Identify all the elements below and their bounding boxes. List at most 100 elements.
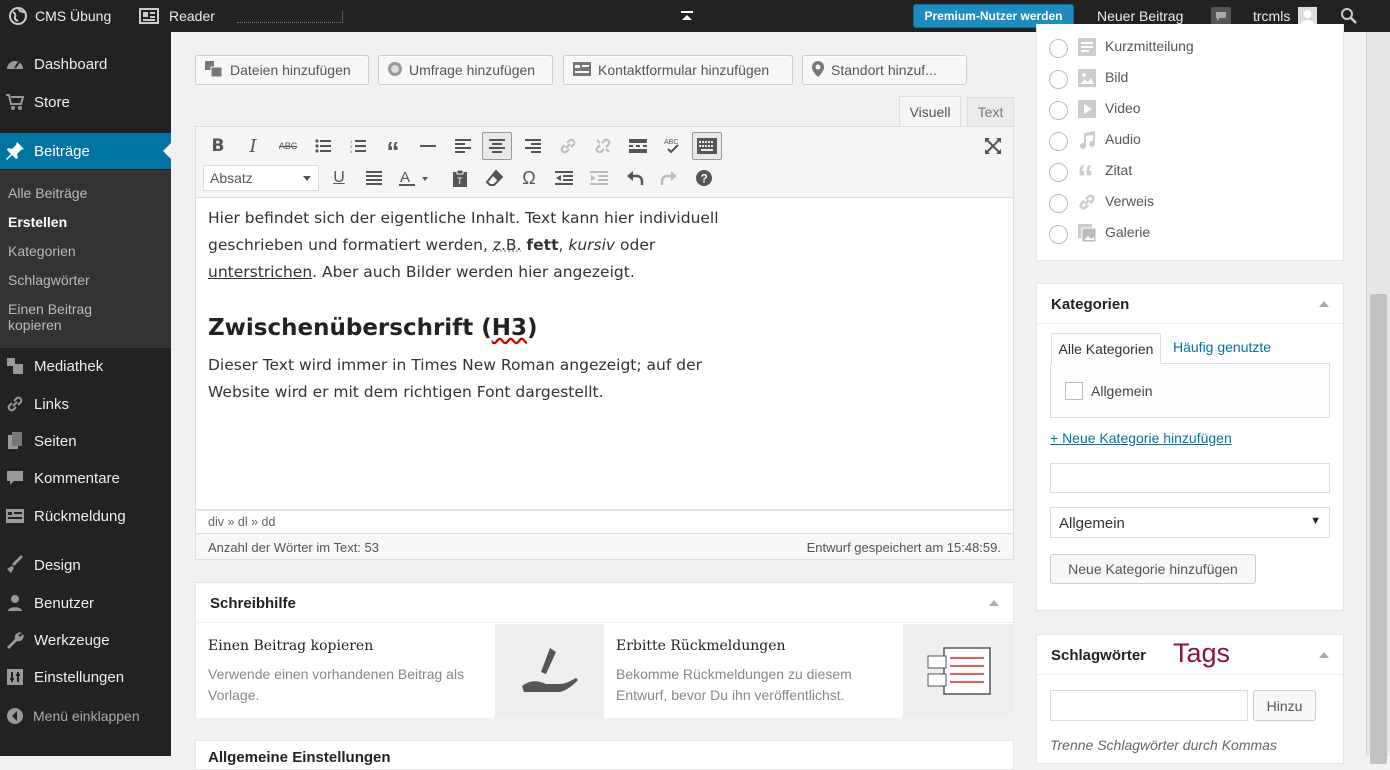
undo-button[interactable] [621,164,649,192]
chevron-down-icon [303,176,311,181]
numbered-list-button[interactable]: 123 [344,132,372,160]
tag-input[interactable] [1050,690,1248,721]
bold-button[interactable]: B [204,132,232,160]
sidebar-item-design[interactable]: Design [0,547,171,583]
collapse-arrow-icon[interactable] [1319,652,1329,658]
help-icon: ? [696,170,712,186]
sidebar-item-seiten[interactable]: Seiten [0,423,171,459]
submenu-all-posts[interactable]: Alle Beiträge [8,185,87,201]
sidebar-item-mediathek[interactable]: Mediathek [0,348,171,384]
format-radio-image[interactable] [1049,70,1068,89]
sidebar-item-werkzeuge[interactable]: Werkzeuge [0,622,171,658]
add-files-button[interactable]: Dateien hinzufügen [195,55,369,85]
sidebar-item-einstellungen[interactable]: Einstellungen [0,659,171,695]
format-label-audio: Audio [1105,131,1141,147]
format-radio-aside[interactable] [1049,39,1068,58]
submenu-create[interactable]: Erstellen [8,214,67,230]
editor-content[interactable]: Hier befindet sich der eigentliche Inhal… [195,198,1014,510]
submenu-tags[interactable]: Schlagwörter [8,272,90,288]
strikethrough-button[interactable]: ABC [274,132,302,160]
format-radio-link[interactable] [1049,194,1068,213]
collapse-bar-icon[interactable] [680,0,694,32]
submenu-copy-post[interactable]: Einen Beitrag kopieren [8,301,92,333]
add-location-button[interactable]: Standort hinzuf... [802,55,967,85]
tab-visual[interactable]: Visuell [899,96,961,126]
link-icon [560,138,576,154]
add-tag-button[interactable]: Hinzu [1253,690,1316,721]
remove-link-button[interactable] [589,132,617,160]
format-select[interactable]: Absatz [203,165,319,191]
admin-sidebar: Dashboard Store Beiträge Mediathek Links… [0,32,171,756]
paragraph-font-note: Dieser Text wird immer in Times New Roma… [208,356,702,401]
parent-category-select[interactable]: Allgemein ▼ [1050,507,1330,538]
italic-button[interactable]: I [239,132,267,160]
sidebar-item-beitraege[interactable]: Beiträge [0,133,171,169]
sidebar-item-store[interactable]: Store [0,84,171,120]
quote-icon: “ [1077,159,1094,197]
files-icon [204,60,224,81]
reader-link[interactable]: Reader [138,0,215,32]
special-chars-button[interactable]: Ω [515,164,543,192]
svg-text:A: A [400,169,410,186]
new-category-input[interactable] [1050,463,1330,493]
tab-text[interactable]: Text [967,97,1014,126]
brush-icon [5,555,25,575]
admin-bar-search-field[interactable] [237,11,343,23]
align-right-button[interactable] [519,132,547,160]
bullet-list-button[interactable] [309,132,337,160]
text-color-button[interactable]: A [394,164,436,192]
outdent-button[interactable] [550,164,578,192]
sidebar-item-rueckmeldung[interactable]: Rückmeldung [0,498,171,534]
align-center-button[interactable] [482,132,512,160]
sidebar-item-dashboard[interactable]: Dashboard [0,46,171,82]
tags-header[interactable]: Schlagwörter Tags [1037,635,1343,675]
avatar [1298,6,1318,26]
page-scrollbar[interactable] [1366,32,1390,764]
spellcheck-button[interactable]: ABC [659,132,687,160]
justify-button[interactable] [360,164,388,192]
add-contact-form-button[interactable]: Kontaktformular hinzufügen [563,55,793,85]
submenu-categories[interactable]: Kategorien [8,243,76,259]
svg-text:ABC: ABC [664,139,678,146]
help-card-copy[interactable]: Einen Beitrag kopieren Verwende einen vo… [196,624,494,718]
category-checkbox-allgemein[interactable] [1065,382,1083,400]
underline-button[interactable]: U [325,164,353,192]
format-radio-audio[interactable] [1049,132,1068,151]
poll-icon [387,61,403,80]
insert-link-button[interactable] [554,132,582,160]
blockquote-button[interactable]: “ [379,132,407,166]
clear-formatting-button[interactable] [480,164,508,192]
tab-all-categories[interactable]: Alle Kategorien [1051,333,1161,364]
format-radio-video[interactable] [1049,101,1068,120]
sidebar-item-kommentare[interactable]: Kommentare [0,460,171,496]
reader-icon [138,6,160,26]
categories-header[interactable]: Kategorien [1037,284,1343,324]
paste-text-button[interactable]: T [446,164,474,192]
help-button[interactable]: ? [690,164,718,192]
add-poll-button[interactable]: Umfrage hinzufügen [378,55,553,85]
sidebar-item-benutzer[interactable]: Benutzer [0,585,171,621]
format-label-link: Verweis [1105,193,1155,209]
tab-popular-categories[interactable]: Häufig genutzte [1173,339,1271,355]
site-menu[interactable]: CMS Übung [8,0,111,32]
redo-button[interactable] [655,164,683,192]
add-category-link[interactable]: + Neue Kategorie hinzufügen [1050,430,1232,446]
read-more-button[interactable] [624,132,652,160]
horizontal-line-button[interactable] [414,132,442,160]
format-radio-gallery[interactable] [1049,225,1068,244]
align-left-button[interactable] [449,132,477,160]
help-card-feedback[interactable]: Erbitte Rückmeldungen Bekomme Rückmeldun… [604,624,902,718]
collapse-arrow-icon[interactable] [989,600,999,606]
collapse-menu-button[interactable]: Menü einklappen [0,698,171,734]
collapse-arrow-icon[interactable] [1319,301,1329,307]
location-pin-icon [811,60,825,81]
scrollbar-thumb[interactable] [1370,294,1387,764]
format-radio-quote[interactable] [1049,163,1068,182]
sidebar-item-links[interactable]: Links [0,386,171,422]
add-category-button[interactable]: Neue Kategorie hinzufügen [1050,554,1256,584]
fullscreen-button[interactable] [979,132,1007,160]
writing-help-header[interactable]: Schreibhilfe [196,583,1013,623]
clipboard-icon: T [453,169,467,187]
indent-button[interactable] [585,164,613,192]
toolbar-toggle-button[interactable] [692,132,722,160]
